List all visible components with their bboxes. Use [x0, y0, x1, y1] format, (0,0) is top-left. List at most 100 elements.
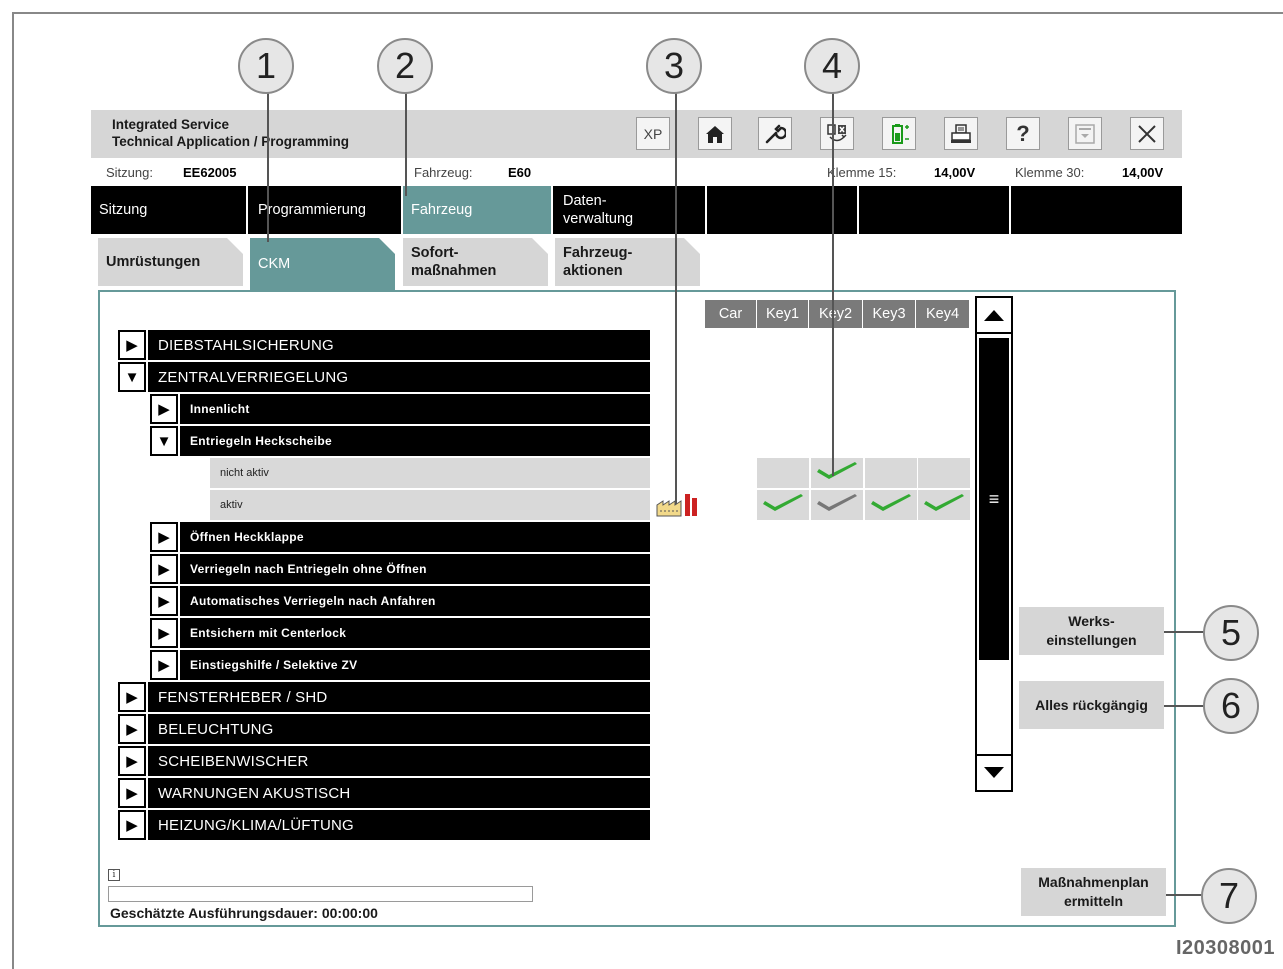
- column-header-key2: Key2: [809, 300, 863, 328]
- callout-1: 1: [238, 38, 294, 94]
- column-header-key4: Key4: [916, 300, 970, 328]
- tab-fahrzeug[interactable]: Fahrzeug: [403, 186, 553, 234]
- expand-arrow-icon[interactable]: ▶: [118, 778, 146, 808]
- tree-node: ▶ Automatisches Verriegeln nach Anfahren: [118, 586, 650, 616]
- minimize-button[interactable]: [1068, 117, 1102, 150]
- tab-programmierung[interactable]: Programmierung: [250, 186, 403, 234]
- tree-node: ▶ HEIZUNG/KLIMA/LÜFTUNG: [118, 810, 650, 840]
- app-title-line1: Integrated Service: [112, 117, 230, 132]
- tab-empty-2: [859, 186, 1011, 234]
- tree-node: ▶ Einstiegshilfe / Selektive ZV: [118, 650, 650, 680]
- check-green-icon: [815, 460, 859, 487]
- tree-node-label[interactable]: Einstiegshilfe / Selektive ZV: [180, 650, 650, 680]
- expand-arrow-icon[interactable]: ▶: [150, 554, 178, 584]
- callout-3-leader: [675, 84, 677, 504]
- callout-5: 5: [1203, 605, 1259, 661]
- progress-bar: [108, 886, 533, 902]
- expand-arrow-icon[interactable]: ▶: [118, 746, 146, 776]
- home-icon: [706, 125, 724, 143]
- tab-empty-1: [707, 186, 859, 234]
- callout-7-leader: [1166, 894, 1202, 896]
- session-label: Sitzung:: [106, 165, 153, 180]
- factory-settings-button[interactable]: Werks- einstellungen: [1019, 607, 1164, 655]
- tree-node-label[interactable]: BELEUCHTUNG: [148, 714, 650, 744]
- expand-arrow-icon[interactable]: ▶: [118, 810, 146, 840]
- xp-button[interactable]: XP: [636, 117, 670, 150]
- tree-node: ▶ WARNUNGEN AKUSTISCH: [118, 778, 650, 808]
- subtab-ckm[interactable]: CKM: [250, 238, 395, 290]
- home-button[interactable]: [698, 117, 732, 150]
- matrix-cell-aktiv-key4[interactable]: [918, 490, 970, 520]
- vehicle-value: E60: [508, 165, 532, 180]
- tree-node-label[interactable]: Innenlicht: [180, 394, 650, 424]
- tree-node: ▶ Entsichern mit Centerlock: [118, 618, 650, 648]
- subtab-fahrzeugaktionen[interactable]: Fahrzeug- aktionen: [555, 238, 700, 286]
- scroll-down-button[interactable]: [977, 754, 1011, 790]
- session-value: EE62005: [183, 165, 237, 180]
- battery-icon: [892, 123, 909, 144]
- matrix-cell-aktiv-key2[interactable]: [811, 490, 863, 520]
- subtab-ckm-label: CKM: [258, 256, 291, 272]
- expand-arrow-icon[interactable]: ▶: [150, 650, 178, 680]
- matrix-cell-nicht-aktiv-key1[interactable]: [757, 458, 809, 488]
- tree-node-label[interactable]: SCHEIBENWISCHER: [148, 746, 650, 776]
- tree-scrollbar[interactable]: ≡: [975, 296, 1013, 792]
- expand-arrow-icon[interactable]: ▶: [150, 394, 178, 424]
- callout-6: 6: [1203, 678, 1259, 734]
- matrix-cell-nicht-aktiv-key4[interactable]: [918, 458, 970, 488]
- undo-all-button[interactable]: Alles rückgängig: [1019, 681, 1164, 729]
- collapse-arrow-icon[interactable]: ▼: [150, 426, 178, 456]
- klemme30-value: 14,00V: [1122, 165, 1164, 180]
- battery-button[interactable]: [882, 117, 916, 150]
- callout-7: 7: [1201, 868, 1257, 924]
- column-header-key1: Key1: [757, 300, 809, 328]
- grip-icon: ≡: [988, 488, 1000, 509]
- expand-arrow-icon[interactable]: ▶: [150, 522, 178, 552]
- matrix-cell-aktiv-key1[interactable]: [757, 490, 809, 520]
- vehicle-exchange-icon: [827, 123, 847, 141]
- option-row[interactable]: nicht aktiv: [210, 458, 650, 488]
- matrix-cell-nicht-aktiv-key3[interactable]: [865, 458, 917, 488]
- scroll-thumb[interactable]: ≡: [979, 338, 1009, 660]
- expand-arrow-icon[interactable]: ▶: [118, 330, 146, 360]
- tree-node: ▼ ZENTRALVERRIEGELUNG: [118, 362, 650, 392]
- collapse-arrow-icon[interactable]: ▼: [118, 362, 146, 392]
- tab-sitzung[interactable]: Sitzung: [91, 186, 248, 234]
- vehicle-exchange-button[interactable]: [820, 117, 854, 150]
- matrix-cell-nicht-aktiv-key2[interactable]: [811, 458, 863, 488]
- minimize-icon: [1075, 123, 1095, 144]
- tree-node: ▶ BELEUCHTUNG: [118, 714, 650, 744]
- close-button[interactable]: [1130, 117, 1164, 150]
- action-plan-button[interactable]: Maßnahmenplan ermitteln: [1021, 868, 1166, 916]
- tree-node-label[interactable]: ZENTRALVERRIEGELUNG: [148, 362, 650, 392]
- expand-arrow-icon[interactable]: ▶: [150, 586, 178, 616]
- help-icon: ?: [1016, 120, 1030, 146]
- klemme15-value: 14,00V: [934, 165, 976, 180]
- tree-node-label[interactable]: Automatisches Verriegeln nach Anfahren: [180, 586, 650, 616]
- scroll-up-button[interactable]: [977, 298, 1011, 334]
- subtab-umruestungen[interactable]: Umrüstungen: [98, 238, 243, 286]
- tree-node-label[interactable]: Entriegeln Heckscheibe: [180, 426, 650, 456]
- option-row[interactable]: aktiv: [210, 490, 650, 520]
- callout-5-leader: [1164, 631, 1204, 633]
- tree-node-label[interactable]: Öffnen Heckklappe: [180, 522, 650, 552]
- tree-node-label[interactable]: WARNUNGEN AKUSTISCH: [148, 778, 650, 808]
- info-icon: i: [108, 869, 120, 881]
- tree-node-label[interactable]: Verriegeln nach Entriegeln ohne Öffnen: [180, 554, 650, 584]
- tree-node-label[interactable]: Entsichern mit Centerlock: [180, 618, 650, 648]
- tab-datenverwaltung[interactable]: Daten- verwaltung: [555, 186, 707, 234]
- expand-arrow-icon[interactable]: ▶: [150, 618, 178, 648]
- tree-node-label[interactable]: DIEBSTAHLSICHERUNG: [148, 330, 650, 360]
- matrix-cell-aktiv-key3[interactable]: [865, 490, 917, 520]
- service-button[interactable]: [758, 117, 792, 150]
- help-button[interactable]: ?: [1006, 117, 1040, 150]
- print-button[interactable]: [944, 117, 978, 150]
- tree-node: ▶ Innenlicht: [118, 394, 650, 424]
- expand-arrow-icon[interactable]: ▶: [118, 714, 146, 744]
- subtab-sofortmassnahmen[interactable]: Sofort- maßnahmen: [403, 238, 548, 286]
- expand-arrow-icon[interactable]: ▶: [118, 682, 146, 712]
- factory-default-icon: [655, 491, 701, 517]
- tree-node-label[interactable]: HEIZUNG/KLIMA/LÜFTUNG: [148, 810, 650, 840]
- tree-node: ▶ FENSTERHEBER / SHD: [118, 682, 650, 712]
- tree-node-label[interactable]: FENSTERHEBER / SHD: [148, 682, 650, 712]
